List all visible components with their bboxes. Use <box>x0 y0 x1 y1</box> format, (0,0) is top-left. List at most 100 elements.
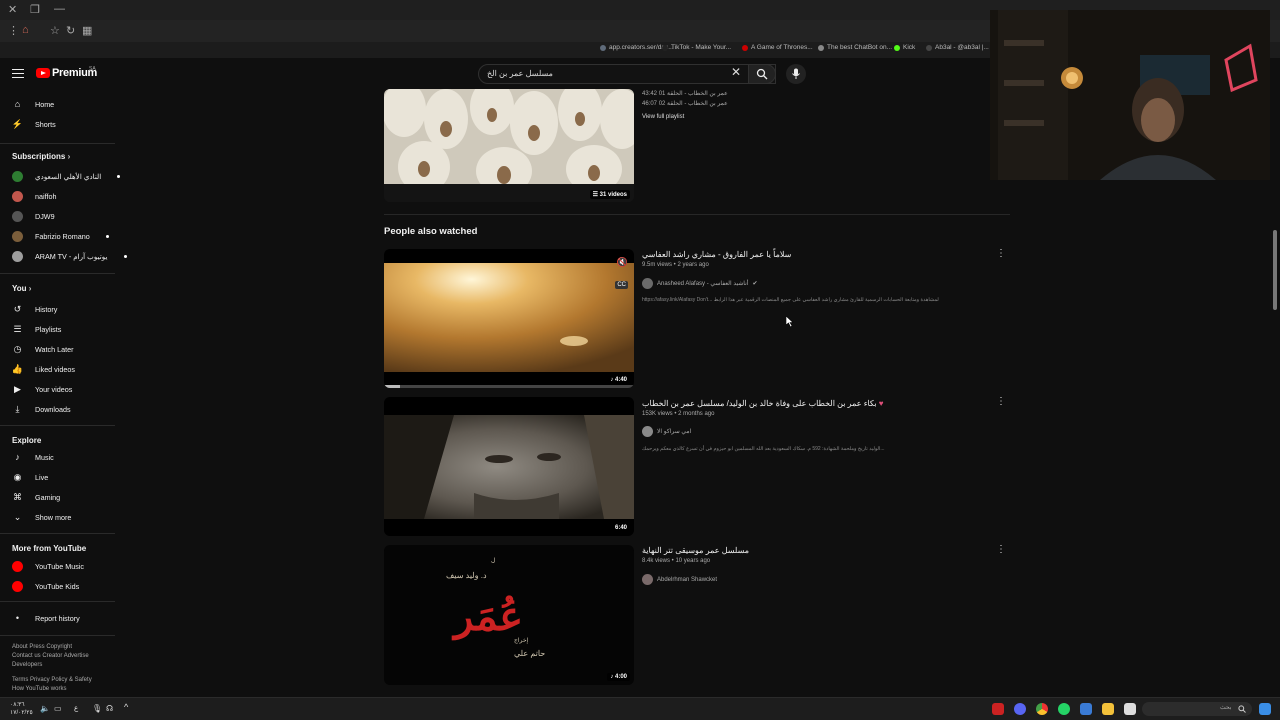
sidebar-item[interactable]: Fabrizio Romano <box>12 229 109 243</box>
thumb-credit-top: د. وليد سيف <box>446 571 487 580</box>
sidebar-item[interactable]: 👍 Liked videos <box>12 362 75 376</box>
more-options-icon[interactable]: ⋮ <box>996 545 1006 555</box>
search-button[interactable] <box>748 64 776 84</box>
taskbar-search[interactable]: بحث <box>1142 702 1252 716</box>
channel-link[interactable]: امي سراكو الا <box>642 426 691 437</box>
live-icon: ◉ <box>13 471 22 482</box>
captions-icon[interactable]: CC <box>615 281 628 289</box>
youtube-logo-icon[interactable] <box>36 68 50 78</box>
sidebar-item[interactable]: النادي الأهلي السعودي <box>12 169 121 183</box>
playlists-icon: ☰ <box>13 323 22 334</box>
sidebar-item-label: History <box>35 304 58 314</box>
volume-icon[interactable]: 🔈 <box>40 704 50 713</box>
mic-tray-icon[interactable]: 🎙 <box>92 704 102 713</box>
explore-header[interactable]: Explore <box>12 436 41 445</box>
restore-window-icon[interactable]: ❐ <box>30 3 40 16</box>
sidebar-item[interactable]: ▶ Your videos <box>12 382 72 396</box>
bookmark-item[interactable]: The best ChatBot on... <box>818 44 892 51</box>
channel-avatar <box>12 170 23 182</box>
video-thumbnail[interactable]: ل د. وليد سيف عُمَر إخراج حاتم علي ♪ 4:0… <box>384 545 634 685</box>
whatsapp-icon[interactable] <box>1058 703 1070 715</box>
video-thumbnail[interactable]: 🔇 CC ♪ 4:40 <box>384 249 634 388</box>
sidebar-item[interactable]: YouTube Kids <box>12 579 79 593</box>
opera-icon[interactable] <box>992 703 1004 715</box>
windows-start-icon[interactable] <box>1259 703 1271 715</box>
live-indicator-icon <box>123 254 127 258</box>
divider <box>384 214 1010 215</box>
tab-search-icon[interactable]: ▦ <box>82 24 92 37</box>
sidebar-item[interactable]: YouTube Music <box>12 559 84 573</box>
section-label: More from YouTube <box>12 544 87 553</box>
file-explorer-icon[interactable] <box>1102 703 1114 715</box>
sidebar-item[interactable]: ◷ Watch Later <box>12 342 74 356</box>
discord-icon[interactable] <box>1014 703 1026 715</box>
network-icon[interactable]: ▭ <box>54 704 62 713</box>
scrollbar-track[interactable] <box>1270 90 1280 695</box>
bookmark-item[interactable]: TikTok - Make Your... <box>662 44 731 51</box>
scrollbar-thumb[interactable] <box>1273 230 1277 310</box>
footer-links[interactable]: Terms Privacy Policy & Safety How YouTub… <box>12 676 112 694</box>
sidebar-item[interactable]: ◉ Live <box>12 470 49 484</box>
chevron-up-icon[interactable]: ^ <box>124 702 128 712</box>
channel-avatar <box>12 210 23 222</box>
sidebar-item[interactable]: • Report history <box>12 611 80 625</box>
sidebar-item[interactable]: ARAM TV - يوتيوب آرام <box>12 249 127 263</box>
more-options-icon[interactable]: ⋮ <box>996 249 1006 259</box>
video-meta: 9.5m views • 2 years ago <box>642 262 709 268</box>
avatar <box>642 278 653 289</box>
sidebar-item[interactable]: ⌘ Gaming <box>12 490 60 504</box>
menu-icon[interactable] <box>12 69 24 78</box>
channel-link[interactable]: Abdelrhman Shawcket <box>642 574 717 585</box>
sidebar-item[interactable]: ⚡ Shorts <box>12 117 56 131</box>
video-thumbnail[interactable]: 6:40 <box>384 397 634 536</box>
more-options-icon[interactable]: ⋮ <box>996 397 1006 407</box>
minimize-window-icon[interactable]: — <box>54 3 65 15</box>
sidebar-item[interactable]: naiffoh <box>12 189 56 203</box>
bookmark-item[interactable]: A Game of Thrones... <box>742 44 813 51</box>
sidebar-item[interactable]: ♪ Music <box>12 450 54 464</box>
bookmark-item[interactable]: Ab3al - @ab3al |... <box>926 44 989 51</box>
sidebar-item[interactable]: ↺ History <box>12 302 58 316</box>
search-icon <box>756 68 768 80</box>
store-icon[interactable] <box>1124 703 1136 715</box>
subscriptions-header[interactable]: Subscriptions › <box>12 152 70 161</box>
sidebar-item[interactable]: ⌂ Home <box>12 97 54 111</box>
bookmark-star-icon[interactable]: ☆ <box>50 24 60 37</box>
video-title[interactable]: ♥ بكاء عمر بن الخطاب على وفاة خالد بن ال… <box>642 399 884 408</box>
sidebar-item[interactable]: ☰ Playlists <box>12 322 61 336</box>
more-from-youtube-header[interactable]: More from YouTube <box>12 544 86 553</box>
menu-dots-icon[interactable]: ⋮ <box>8 24 19 37</box>
extension-icon[interactable]: ⌂ <box>22 24 29 36</box>
you-header[interactable]: You › <box>12 284 31 293</box>
mute-icon[interactable]: 🔇 <box>617 257 628 268</box>
bookmark-label: Ab3al - @ab3al |... <box>935 44 989 51</box>
headset-icon[interactable]: ☊ <box>106 704 113 713</box>
channel-avatar <box>12 250 23 262</box>
playlist-item-2[interactable]: 46:07 عمر بن الخطاب - الحلقة 02 <box>642 100 728 107</box>
playlist-item-1[interactable]: 43:42 عمر بن الخطاب - الحلقة 01 <box>642 90 728 97</box>
home-icon: ⌂ <box>14 99 21 109</box>
channel-link[interactable]: Anasheed Alafasy - أناشيد العفاسي ✔ <box>642 278 758 289</box>
edge-icon[interactable] <box>1080 703 1092 715</box>
refresh-icon[interactable]: ↻ <box>66 24 75 37</box>
sidebar-item[interactable]: DJW9 <box>12 209 55 223</box>
thumb-prefix-top: ل <box>491 558 496 564</box>
video-title[interactable]: سلاماً يا عمر الفاروق - مشاري راشد العفا… <box>642 250 791 259</box>
language-indicator[interactable]: ع <box>74 704 78 712</box>
bookmark-favicon-icon <box>742 44 748 51</box>
chevron-right-icon: › <box>28 284 32 293</box>
voice-search-button[interactable] <box>786 64 806 84</box>
taskbar-clock[interactable]: ٠٨:٣٦ ١٧/٠٢/٢٥ <box>10 701 33 717</box>
bookmark-item[interactable]: Kick <box>894 44 915 51</box>
video-title[interactable]: مسلسل عمر موسيقى تتر النهاية <box>642 546 749 555</box>
channel-avatar <box>12 230 23 242</box>
playlist-thumbnail[interactable]: ☰ 31 videos <box>384 89 634 202</box>
sidebar-item[interactable]: ⤓ Downloads <box>12 402 71 416</box>
sidebar-divider <box>0 273 115 274</box>
footer-links[interactable]: About Press Copyright Contact us Creator… <box>12 643 112 670</box>
chrome-icon[interactable] <box>1036 703 1048 715</box>
close-window-icon[interactable]: ✕ <box>8 3 17 16</box>
view-full-playlist-link[interactable]: View full playlist <box>642 114 684 120</box>
clear-search-icon[interactable]: ✕ <box>731 65 741 79</box>
sidebar-item[interactable]: ⌄ Show more <box>12 510 72 524</box>
